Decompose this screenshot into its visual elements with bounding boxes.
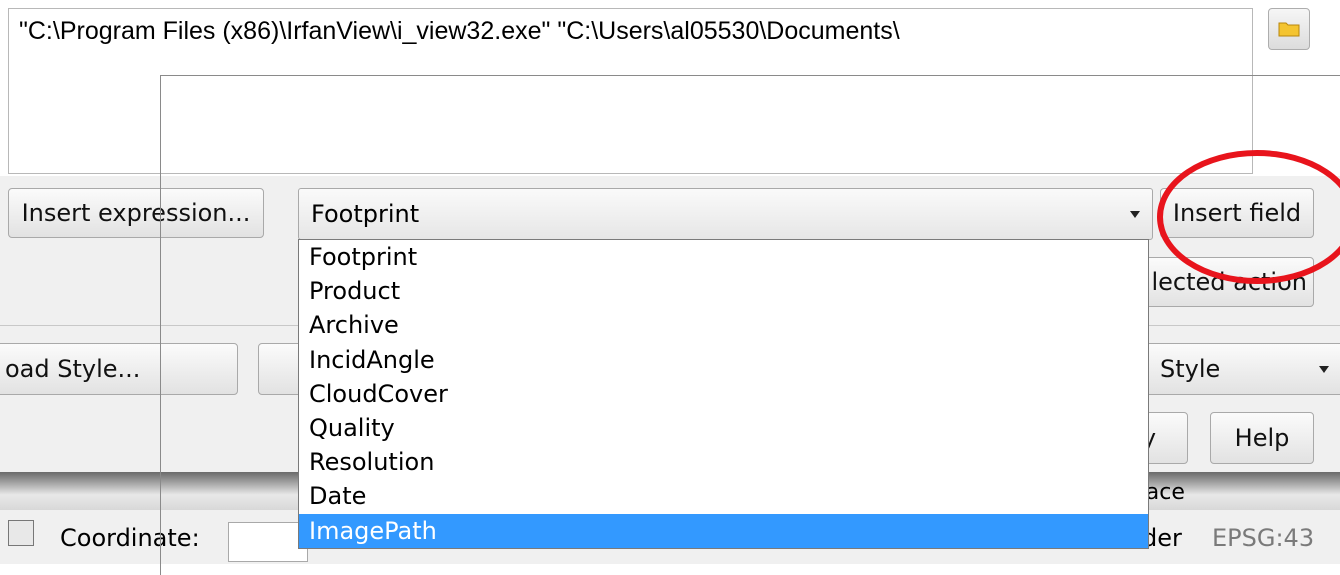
- coordinate-label: Coordinate:: [60, 524, 200, 552]
- dropdown-option-imagepath[interactable]: ImagePath: [299, 513, 1148, 548]
- dropdown-option-product[interactable]: Product: [299, 274, 1148, 308]
- caption-strip: [0, 0, 1340, 8]
- dropdown-option-incidangle[interactable]: IncidAngle: [299, 343, 1148, 377]
- dropdown-option-date[interactable]: Date: [299, 479, 1148, 513]
- action-text: "C:\Program Files (x86)\IrfanView\i_view…: [19, 17, 900, 45]
- chevron-down-icon: [1130, 211, 1140, 218]
- field-dropdown-list[interactable]: Footprint Product Archive IncidAngle CloudCo…: [298, 239, 1149, 549]
- action-textarea[interactable]: "C:\Program Files (x86)\IrfanView\i_view…: [8, 8, 1253, 174]
- dropdown-option-footprint[interactable]: Footprint: [299, 240, 1148, 274]
- dropdown-option-quality[interactable]: Quality: [299, 411, 1148, 445]
- help-button[interactable]: Help: [1210, 412, 1314, 464]
- dropdown-option-cloudcover[interactable]: CloudCover: [299, 377, 1148, 411]
- coordinate-input[interactable]: [228, 522, 308, 562]
- dropdown-option-resolution[interactable]: Resolution: [299, 445, 1148, 479]
- dropdown-option-archive[interactable]: Archive: [299, 308, 1148, 342]
- folder-icon: [1278, 22, 1300, 37]
- crs-status-label[interactable]: EPSG:43: [1212, 524, 1314, 552]
- field-combobox-value: Footprint: [311, 200, 420, 228]
- field-combobox[interactable]: Footprint: [298, 188, 1153, 240]
- insert-expression-button[interactable]: Insert expression...: [8, 188, 264, 238]
- mouse-icon[interactable]: [8, 520, 34, 546]
- browse-folder-button[interactable]: [1268, 8, 1310, 50]
- style-combobox-label: Style: [1160, 355, 1221, 383]
- style-combobox[interactable]: Style: [1135, 343, 1340, 395]
- chevron-down-icon: [1319, 366, 1329, 373]
- load-style-button[interactable]: oad Style...: [0, 343, 238, 395]
